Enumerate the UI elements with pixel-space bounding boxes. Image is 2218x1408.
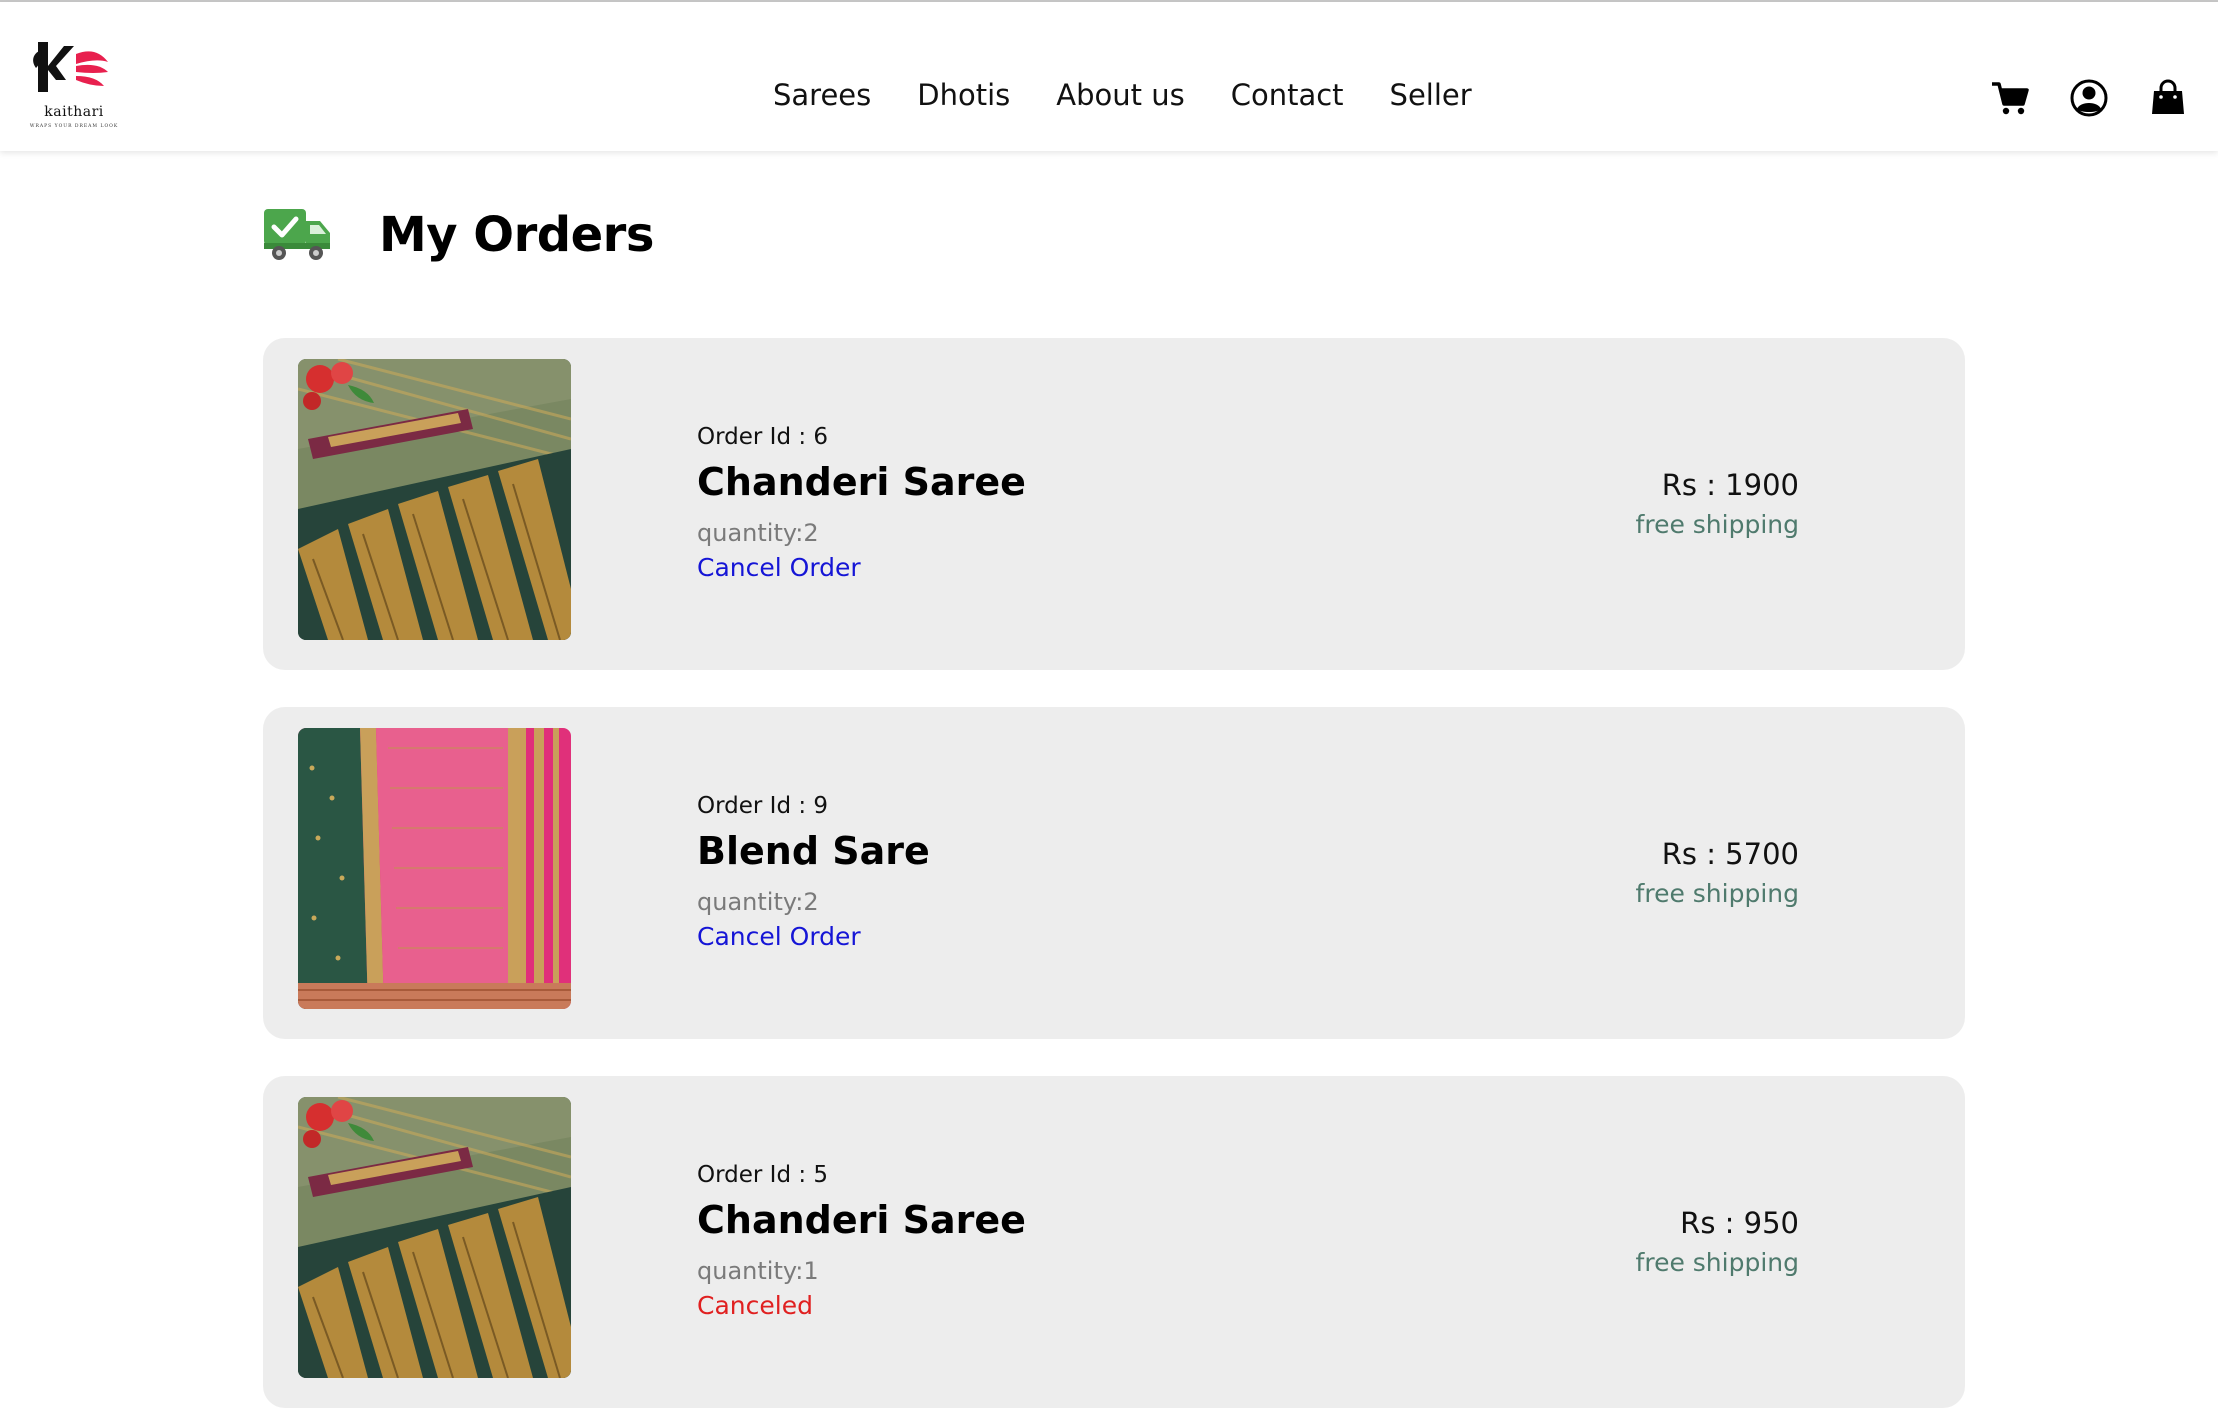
order-price: Rs : 1900 [1661, 468, 1799, 502]
order-price: Rs : 950 [1680, 1206, 1799, 1240]
order-card: Order Id : 6 Chanderi Saree quantity:2 C… [263, 338, 1965, 670]
order-id: Order Id : 9 [697, 793, 829, 819]
nav-sarees[interactable]: Sarees [773, 78, 871, 112]
shipping-info: free shipping [1635, 510, 1799, 539]
product-name[interactable]: Blend Sare [697, 829, 930, 873]
nav-about-us[interactable]: About us [1056, 78, 1184, 112]
product-image[interactable] [298, 359, 571, 640]
delivery-truck-check-icon [262, 205, 332, 263]
order-card: Order Id : 5 Chanderi Saree quantity:1 C… [263, 1076, 1965, 1408]
order-id: Order Id : 5 [697, 1162, 829, 1188]
site-header: kaithari WRAPS YOUR DREAM LOOK Sarees Dh… [0, 2, 2218, 151]
order-id: Order Id : 6 [697, 424, 829, 450]
shipping-info: free shipping [1635, 1248, 1799, 1277]
main-nav: Sarees Dhotis About us Contact Seller [773, 74, 1472, 116]
logo-tagline: WRAPS YOUR DREAM LOOK [29, 124, 119, 129]
shopping-bag-icon[interactable] [2148, 78, 2188, 118]
product-name[interactable]: Chanderi Saree [697, 1198, 1026, 1242]
product-image[interactable] [298, 728, 571, 1009]
order-quantity: quantity:2 [697, 888, 819, 916]
order-quantity: quantity:2 [697, 519, 819, 547]
shipping-info: free shipping [1635, 879, 1799, 908]
nav-contact[interactable]: Contact [1231, 78, 1344, 112]
cancel-order-link[interactable]: Cancel Order [697, 553, 861, 582]
order-card: Order Id : 9 Blend Sare quantity:2 Cance… [263, 707, 1965, 1039]
logo-mark-icon [33, 42, 108, 92]
logo-brand-text: kaithari [44, 104, 104, 120]
product-name[interactable]: Chanderi Saree [697, 460, 1026, 504]
page-title: My Orders [379, 207, 654, 263]
nav-seller[interactable]: Seller [1390, 78, 1472, 112]
cancel-order-link[interactable]: Cancel Order [697, 922, 861, 951]
order-price: Rs : 5700 [1661, 837, 1799, 871]
site-logo[interactable]: kaithari WRAPS YOUR DREAM LOOK [26, 36, 122, 136]
cart-icon[interactable] [1990, 78, 2030, 118]
nav-dhotis[interactable]: Dhotis [917, 78, 1010, 112]
order-status-canceled: Canceled [697, 1291, 813, 1320]
order-quantity: quantity:1 [697, 1257, 819, 1285]
user-account-icon[interactable] [2069, 78, 2109, 118]
product-image[interactable] [298, 1097, 571, 1378]
